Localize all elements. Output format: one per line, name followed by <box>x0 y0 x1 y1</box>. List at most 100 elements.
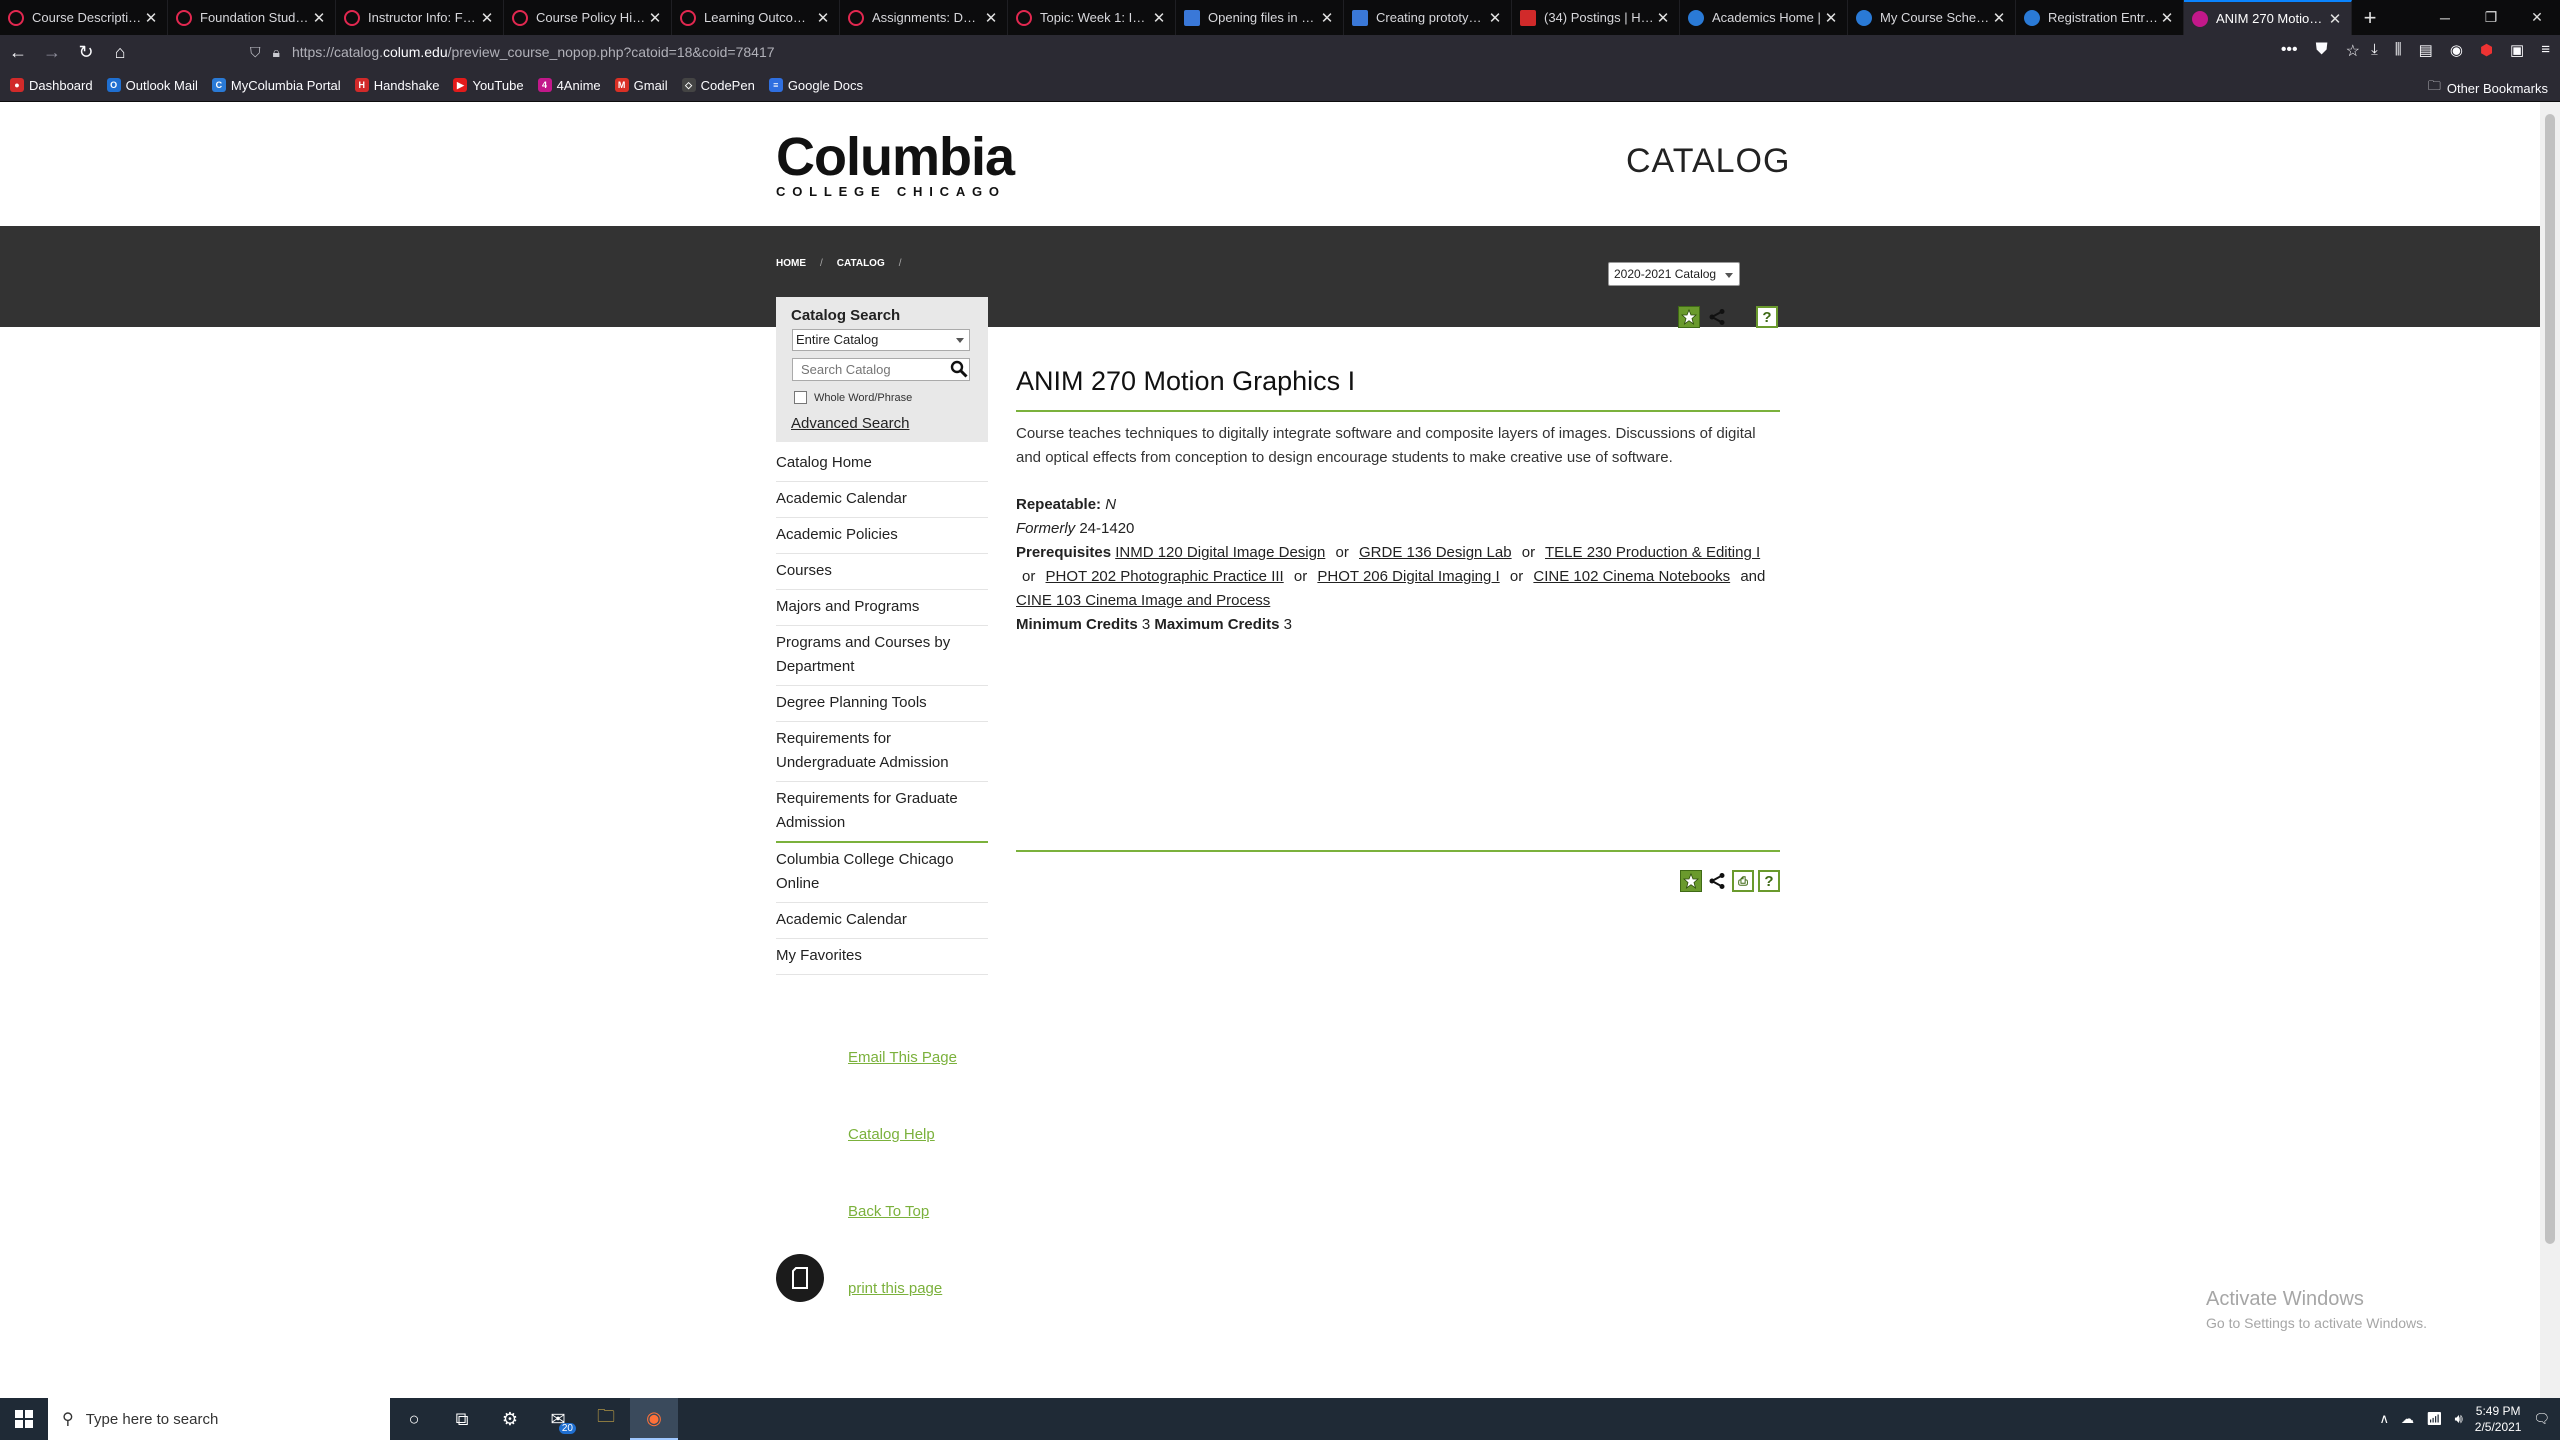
close-tab-icon[interactable]: ✕ <box>1319 9 1335 27</box>
close-tab-icon[interactable]: ✕ <box>1991 9 2007 27</box>
reload-icon[interactable]: ↻ <box>70 36 102 68</box>
breadcrumb-home[interactable]: HOME <box>776 258 806 269</box>
browser-tab[interactable]: My Course Schedule ✕ <box>1848 0 2016 35</box>
notifications-icon[interactable]: 🗨︎ <box>2533 1411 2550 1427</box>
taskbar-clock[interactable]: 5:49 PM 2/5/2021 <box>2475 1403 2522 1435</box>
browser-tab[interactable]: Academics Home | ✕ <box>1680 0 1848 35</box>
network-icon[interactable]: 📶︎ <box>2426 1411 2443 1427</box>
email-page-link[interactable]: Email This Page <box>848 1048 957 1125</box>
search-icon[interactable] <box>950 360 968 378</box>
show-hidden-icons[interactable]: ∧ <box>2380 1411 2390 1427</box>
browser-tab[interactable]: Course Description: ✕ <box>0 0 168 35</box>
whole-word-checkbox[interactable] <box>794 391 807 404</box>
close-window-icon[interactable]: ✕ <box>2514 0 2560 35</box>
bookmark-item[interactable]: ◇ CodePen <box>681 78 755 93</box>
sidebar-nav-item[interactable]: Courses <box>776 554 988 590</box>
close-tab-icon[interactable]: ✕ <box>1823 9 1839 27</box>
close-tab-icon[interactable]: ✕ <box>1487 9 1503 27</box>
share-icon[interactable] <box>1706 306 1728 328</box>
favorite-star-icon[interactable] <box>1680 870 1702 892</box>
sidebar-nav-item[interactable]: Requirements for Graduate Admission <box>776 782 988 843</box>
sidebar-nav-item[interactable]: Majors and Programs <box>776 590 988 626</box>
prereq-link[interactable]: CINE 102 Cinema Notebooks <box>1533 568 1730 585</box>
extension-icon[interactable]: ▣ <box>2510 41 2524 59</box>
help-icon[interactable]: ? <box>1756 306 1778 328</box>
print-page-link[interactable]: print this page <box>848 1279 957 1356</box>
browser-tab[interactable]: Foundation Studio 1 ✕ <box>168 0 336 35</box>
browser-tab[interactable]: ANIM 270 Motion G ✕ <box>2184 0 2352 35</box>
bookmark-item[interactable]: 4 4Anime <box>537 78 601 93</box>
close-tab-icon[interactable]: ✕ <box>311 9 327 27</box>
lock-icon[interactable]: 🔒︎ <box>273 44 280 61</box>
firefox-icon[interactable]: ◉ <box>630 1398 678 1440</box>
windows-start-icon[interactable] <box>0 1398 48 1440</box>
prereq-link[interactable]: TELE 230 Production & Editing I <box>1545 544 1760 561</box>
account-icon[interactable]: ◉ <box>2450 41 2463 59</box>
new-tab-button[interactable]: + <box>2352 0 2388 35</box>
sidebar-nav-item[interactable]: Requirements for Undergraduate Admission <box>776 722 988 782</box>
whole-word-option[interactable]: Whole Word/Phrase <box>794 391 912 404</box>
advanced-search-link[interactable]: Advanced Search <box>791 415 909 432</box>
browser-tab[interactable]: (34) Postings | Hand ✕ <box>1512 0 1680 35</box>
close-tab-icon[interactable]: ✕ <box>479 9 495 27</box>
browser-tab[interactable]: Creating prototypes ✕ <box>1344 0 1512 35</box>
mail-icon[interactable]: ✉ 20 <box>534 1398 582 1440</box>
close-tab-icon[interactable]: ✕ <box>647 9 663 27</box>
prereq-link[interactable]: GRDE 136 Design Lab <box>1359 544 1512 561</box>
more-actions-icon[interactable]: ••• <box>2281 41 2298 61</box>
back-to-top-link[interactable]: Back To Top <box>848 1202 957 1279</box>
share-icon[interactable] <box>1706 870 1728 892</box>
file-explorer-icon[interactable]: 🗀 <box>582 1398 630 1440</box>
sidebar-nav-item[interactable]: Catalog Home <box>776 446 988 482</box>
browser-tab[interactable]: Assignments: Design ✕ <box>840 0 1008 35</box>
favorite-star-icon[interactable] <box>1678 306 1700 328</box>
library-icon[interactable]: ⫼ <box>2395 41 2402 59</box>
back-icon[interactable]: ← <box>2 36 34 68</box>
tracking-shield-icon[interactable]: ⛉ <box>250 44 261 61</box>
ublock-icon[interactable]: ⬢ <box>2480 41 2493 59</box>
close-tab-icon[interactable]: ✕ <box>983 9 999 27</box>
pocket-icon[interactable]: ⛊ <box>2316 41 2328 61</box>
forward-icon[interactable]: → <box>36 36 68 68</box>
bookmark-item[interactable]: M Gmail <box>614 78 668 93</box>
close-tab-icon[interactable]: ✕ <box>2327 10 2343 28</box>
minimize-icon[interactable]: ─ <box>2422 0 2468 35</box>
help-icon[interactable]: ? <box>1758 870 1780 892</box>
cortana-icon[interactable]: ○ <box>390 1398 438 1440</box>
sidebar-nav-item[interactable]: Academic Calendar <box>776 482 988 518</box>
bookmark-item[interactable]: ▶ YouTube <box>453 78 524 93</box>
catalog-help-link[interactable]: Catalog Help <box>848 1125 957 1202</box>
close-tab-icon[interactable]: ✕ <box>815 9 831 27</box>
close-tab-icon[interactable]: ✕ <box>143 9 159 27</box>
catalog-year-select[interactable]: 2020-2021 Catalog <box>1608 262 1740 286</box>
bookmark-item[interactable]: C MyColumbia Portal <box>211 78 341 93</box>
sidebar-nav-item[interactable]: Programs and Courses by Department <box>776 626 988 686</box>
prereq-link[interactable]: PHOT 206 Digital Imaging I <box>1317 568 1499 585</box>
menu-icon[interactable]: ≡ <box>2541 41 2550 59</box>
volume-icon[interactable]: 🔊︎ <box>2455 1411 2463 1427</box>
college-logo[interactable]: Columbia COLLEGE CHICAGO <box>776 130 1015 199</box>
address-bar[interactable]: ⛉ 🔒︎ https://catalog.colum.edu/preview_c… <box>250 38 2210 66</box>
downloads-icon[interactable]: ⤓ <box>2371 41 2378 59</box>
task-view-icon[interactable]: ⧉ <box>438 1398 486 1440</box>
onedrive-icon[interactable]: ☁ <box>2401 1411 2414 1427</box>
browser-tab[interactable]: Instructor Info: Four ✕ <box>336 0 504 35</box>
floating-action-button[interactable] <box>776 1254 824 1302</box>
close-tab-icon[interactable]: ✕ <box>1655 9 1671 27</box>
prereq-link[interactable]: PHOT 202 Photographic Practice III <box>1046 568 1284 585</box>
bookmark-item[interactable]: ≡ Google Docs <box>768 78 863 93</box>
bookmark-star-icon[interactable]: ☆ <box>2346 41 2360 61</box>
sidebar-nav-item[interactable]: Academic Policies <box>776 518 988 554</box>
breadcrumb-catalog[interactable]: CATALOG <box>837 258 885 269</box>
prereq-link[interactable]: CINE 103 Cinema Image and Process <box>1016 592 1270 609</box>
restore-icon[interactable]: ❐ <box>2468 0 2514 35</box>
sidebar-nav-item[interactable]: My Favorites <box>776 939 988 975</box>
print-icon[interactable]: ⎙ <box>1732 870 1754 892</box>
close-tab-icon[interactable]: ✕ <box>1151 9 1167 27</box>
scrollbar-thumb[interactable] <box>2545 114 2555 1244</box>
search-scope-select[interactable]: Entire Catalog <box>792 329 970 351</box>
sidebar-nav-item[interactable]: Academic Calendar <box>776 903 988 939</box>
bookmark-item[interactable]: ● Dashboard <box>10 78 93 93</box>
browser-tab[interactable]: Opening files in Pho ✕ <box>1176 0 1344 35</box>
sidebar-nav-item[interactable]: Columbia College Chicago Online <box>776 843 988 903</box>
